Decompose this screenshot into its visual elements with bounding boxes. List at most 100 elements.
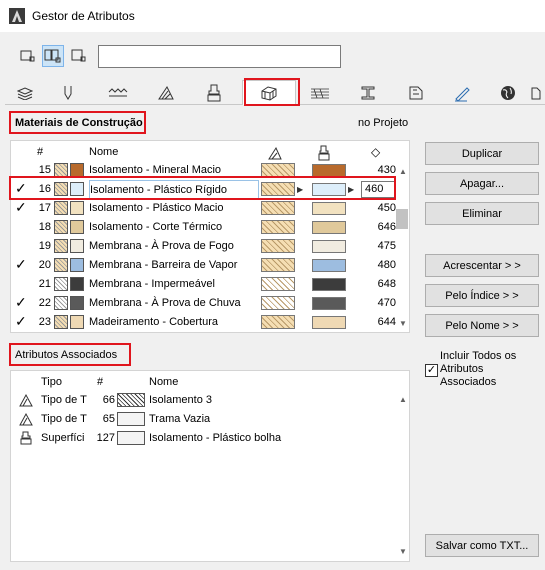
include-check[interactable]: ✓ bbox=[15, 293, 27, 312]
material-row[interactable]: 15 Isolamento - Mineral Macio 430 bbox=[11, 161, 409, 180]
scroll-down-icon[interactable]: ▼ bbox=[399, 319, 407, 328]
tab-more-icon[interactable] bbox=[527, 81, 545, 104]
include-check[interactable]: ✓ bbox=[15, 312, 27, 331]
material-priority[interactable]: 644 bbox=[366, 313, 396, 332]
attribute-tabs bbox=[5, 80, 545, 105]
save-txt-button[interactable]: Salvar como TXT... bbox=[425, 534, 539, 557]
assoc-scroll-down-icon[interactable]: ▼ bbox=[399, 547, 407, 556]
material-surface-swatch[interactable] bbox=[312, 259, 346, 272]
material-fill-swatch[interactable] bbox=[261, 315, 295, 329]
associated-list: Tipo # Nome Tipo de T 66 Isolamento 3 Ti… bbox=[10, 370, 410, 562]
view-list-icon[interactable] bbox=[17, 45, 39, 67]
material-name[interactable]: Isolamento - Corte Térmico bbox=[89, 218, 259, 237]
material-color-swatch bbox=[70, 182, 84, 196]
material-surface-swatch[interactable] bbox=[312, 297, 346, 310]
material-name[interactable]: Membrana - À Prova de Chuva bbox=[89, 294, 259, 313]
fill-dropdown-arrow-icon[interactable]: ▶ bbox=[297, 180, 307, 199]
delete-button[interactable]: Apagar... bbox=[425, 172, 539, 195]
material-priority[interactable]: 475 bbox=[366, 237, 396, 256]
tab-pen-icon[interactable] bbox=[48, 81, 88, 104]
material-fill-swatch[interactable] bbox=[261, 277, 295, 291]
material-priority[interactable]: 648 bbox=[366, 275, 396, 294]
material-pattern-swatch bbox=[54, 239, 68, 253]
add-button[interactable]: Acrescentar > > bbox=[425, 254, 539, 277]
material-name[interactable]: Membrana - Impermeável bbox=[89, 275, 259, 294]
material-fill-swatch[interactable] bbox=[261, 220, 295, 234]
window-title: Gestor de Atributos bbox=[32, 9, 135, 23]
material-fill-swatch[interactable] bbox=[261, 239, 295, 253]
tab-markup-icon[interactable] bbox=[442, 81, 482, 104]
material-surface-swatch[interactable] bbox=[312, 316, 346, 329]
scrollbar-thumb[interactable] bbox=[396, 209, 408, 229]
tab-zones-icon[interactable] bbox=[396, 81, 436, 104]
remove-button[interactable]: Eliminar bbox=[425, 202, 539, 225]
material-row[interactable]: 21 Membrana - Impermeável 648 bbox=[11, 275, 409, 294]
material-surface-swatch[interactable] bbox=[312, 221, 346, 234]
scroll-up-icon[interactable]: ▲ bbox=[399, 167, 407, 176]
material-priority[interactable]: 460 bbox=[361, 181, 395, 198]
material-color-swatch bbox=[70, 163, 84, 177]
view-split-icon[interactable] bbox=[42, 45, 64, 67]
tab-layers-icon[interactable] bbox=[5, 81, 45, 104]
material-row[interactable]: ✓ 22 Membrana - À Prova de Chuva 470 bbox=[11, 294, 409, 313]
duplicate-button[interactable]: Duplicar bbox=[425, 142, 539, 165]
material-priority[interactable]: 470 bbox=[366, 294, 396, 313]
material-name[interactable]: Isolamento - Mineral Macio bbox=[89, 161, 259, 180]
associated-row[interactable]: Superfíci 127 Isolamento - Plástico bolh… bbox=[11, 429, 409, 448]
material-fill-swatch[interactable] bbox=[261, 296, 295, 310]
material-row[interactable]: 19 Membrana - À Prova de Fogo 475 bbox=[11, 237, 409, 256]
assoc-name[interactable]: Trama Vazia bbox=[149, 410, 389, 429]
material-num: 19 bbox=[38, 240, 51, 252]
assoc-name[interactable]: Isolamento 3 bbox=[149, 391, 389, 410]
material-priority[interactable]: 646 bbox=[366, 218, 396, 237]
by-index-button[interactable]: Pelo Índice > > bbox=[425, 284, 539, 307]
tab-line-types-icon[interactable] bbox=[98, 81, 138, 104]
material-name[interactable]: Membrana - À Prova de Fogo bbox=[89, 237, 259, 256]
material-num: 18 bbox=[38, 221, 51, 233]
assoc-scroll-up-icon[interactable]: ▲ bbox=[399, 395, 407, 404]
material-surface-swatch[interactable] bbox=[312, 278, 346, 291]
include-check[interactable]: ✓ bbox=[15, 179, 27, 198]
material-priority[interactable]: 450 bbox=[366, 199, 396, 218]
material-surface-swatch[interactable] bbox=[312, 240, 346, 253]
view-single-icon[interactable] bbox=[68, 45, 90, 67]
associated-row[interactable]: Tipo de T 65 Trama Vazia bbox=[11, 410, 409, 429]
material-pattern-swatch bbox=[54, 296, 68, 310]
material-num: 20 bbox=[38, 259, 51, 271]
material-surface-swatch[interactable] bbox=[312, 164, 346, 177]
tab-profiles-icon[interactable] bbox=[348, 81, 388, 104]
header-fill-icon bbox=[267, 143, 301, 162]
material-name[interactable]: Membrana - Barreira de Vapor bbox=[89, 256, 259, 275]
material-row[interactable]: 18 Isolamento - Corte Térmico 646 bbox=[11, 218, 409, 237]
tab-globe-icon[interactable] bbox=[488, 81, 528, 104]
search-input[interactable] bbox=[98, 45, 341, 68]
tab-building-materials-icon[interactable] bbox=[242, 80, 296, 105]
material-name[interactable]: Madeiramento - Cobertura bbox=[89, 313, 259, 332]
material-name[interactable]: Isolamento - Plástico Rígido bbox=[89, 180, 259, 199]
material-pattern-swatch bbox=[54, 315, 68, 329]
material-fill-swatch[interactable] bbox=[261, 258, 295, 272]
material-fill-swatch[interactable] bbox=[261, 182, 295, 196]
material-fill-swatch[interactable] bbox=[261, 201, 295, 215]
include-check[interactable]: ✓ bbox=[15, 255, 27, 274]
by-name-button[interactable]: Pelo Nome > > bbox=[425, 314, 539, 337]
assoc-num: 127 bbox=[96, 432, 115, 444]
include-all-checkbox[interactable]: ✓ bbox=[425, 364, 438, 377]
material-fill-swatch[interactable] bbox=[261, 163, 295, 177]
material-name[interactable]: Isolamento - Plástico Macio bbox=[89, 199, 259, 218]
material-priority[interactable]: 430 bbox=[366, 161, 396, 180]
material-row[interactable]: ✓ 23 Madeiramento - Cobertura 644 bbox=[11, 313, 409, 332]
material-row[interactable]: ✓ 17 Isolamento - Plástico Macio 450 bbox=[11, 199, 409, 218]
tab-composites-icon[interactable] bbox=[300, 81, 340, 104]
tab-surfaces-icon[interactable] bbox=[194, 81, 234, 104]
tab-fills-icon[interactable] bbox=[146, 81, 186, 104]
material-row[interactable]: ✓ 16 Isolamento - Plástico Rígido 460 ▶ ▶ bbox=[11, 180, 409, 199]
surface-dropdown-arrow-icon[interactable]: ▶ bbox=[348, 180, 358, 199]
material-surface-swatch[interactable] bbox=[312, 183, 346, 196]
material-row[interactable]: ✓ 20 Membrana - Barreira de Vapor 480 bbox=[11, 256, 409, 275]
material-surface-swatch[interactable] bbox=[312, 202, 346, 215]
assoc-name[interactable]: Isolamento - Plástico bolha bbox=[149, 429, 389, 448]
material-priority[interactable]: 480 bbox=[366, 256, 396, 275]
associated-row[interactable]: Tipo de T 66 Isolamento 3 bbox=[11, 391, 409, 410]
include-check[interactable]: ✓ bbox=[15, 198, 27, 217]
